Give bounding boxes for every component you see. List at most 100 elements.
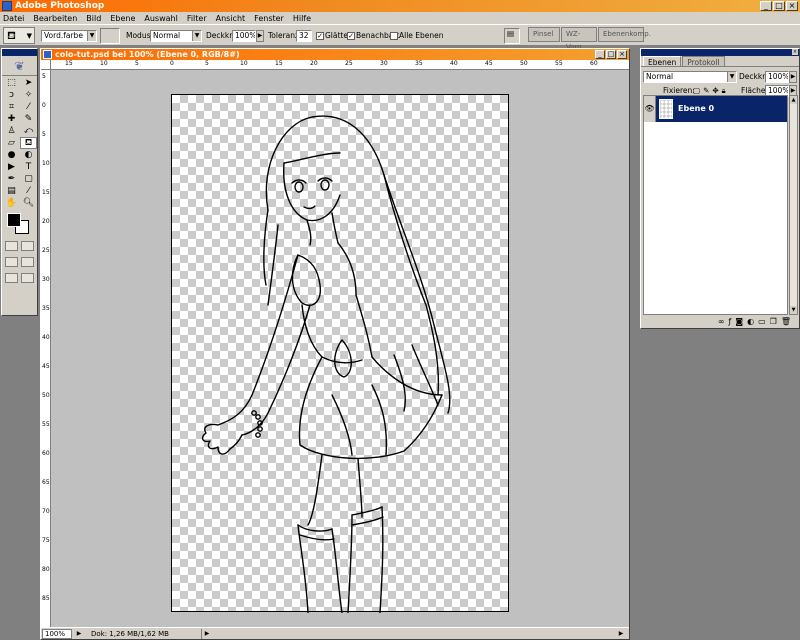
pattern-picker[interactable] bbox=[100, 28, 120, 44]
ruler-left-label: 70 bbox=[42, 508, 50, 515]
image-canvas[interactable] bbox=[171, 94, 509, 614]
fill-source-select[interactable]: Vord.farbe ▼ bbox=[41, 30, 97, 42]
menu-bearbeiten[interactable]: Bearbeiten bbox=[33, 14, 77, 23]
scroll-up-arrow[interactable]: ▲ bbox=[790, 96, 797, 104]
vertical-ruler[interactable]: 5 0 5 10 15 20 25 30 35 40 45 50 55 60 65 70 75 80 85 bbox=[41, 70, 51, 627]
adjustment-layer-icon[interactable]: ◐ bbox=[747, 317, 754, 326]
lasso-icon[interactable]: ↄ bbox=[3, 89, 20, 101]
path-select-icon[interactable]: ▶ bbox=[3, 161, 20, 173]
history-brush-icon[interactable]: ⤺ bbox=[20, 125, 37, 137]
maximize-button[interactable]: □ bbox=[773, 1, 785, 11]
feather-icon[interactable]: ❦ bbox=[2, 56, 37, 76]
new-layer-icon[interactable]: ❐ bbox=[770, 317, 777, 326]
zoom-level-input[interactable]: 100% bbox=[42, 629, 72, 639]
tolerance-input[interactable]: 32 bbox=[296, 30, 312, 42]
close-icon[interactable]: × bbox=[792, 49, 798, 55]
toolbox: ❦ ⬚ ➤ ↄ ✧ ⌗ ⁄ ✚ ✎ ♙ ⤺ ▱ ⛾ ● ◐ ▶ T ✒ ▢ ▤ … bbox=[1, 48, 38, 316]
opacity-input[interactable]: 100% bbox=[232, 30, 256, 42]
menu-filter[interactable]: Filter bbox=[187, 14, 207, 23]
dodge-icon[interactable]: ◐ bbox=[20, 149, 37, 161]
type-icon[interactable]: T bbox=[20, 161, 37, 173]
move-icon[interactable]: ➤ bbox=[20, 77, 37, 89]
canvas-area[interactable] bbox=[51, 70, 629, 627]
new-group-icon[interactable]: ▭ bbox=[758, 317, 766, 326]
menu-auswahl[interactable]: Auswahl bbox=[144, 14, 177, 23]
link-layers-icon[interactable]: ∞ bbox=[718, 317, 725, 326]
healing-icon[interactable]: ✚ bbox=[3, 113, 20, 125]
notes-icon[interactable]: ▤ bbox=[3, 185, 20, 197]
tab-ebenen[interactable]: Ebenen bbox=[643, 56, 682, 67]
quick-mask-button[interactable] bbox=[20, 241, 34, 251]
hscroll-right-arrow[interactable]: ▶ bbox=[617, 629, 625, 639]
palette-well-layer-comps[interactable]: Ebenenkomp. bbox=[598, 27, 651, 42]
menu-ebene[interactable]: Ebene bbox=[110, 14, 135, 23]
marquee-icon[interactable]: ⬚ bbox=[3, 77, 20, 89]
menu-fenster[interactable]: Fenster bbox=[254, 14, 284, 23]
status-bar: 100% ▶ Dok: 1,26 MB/1,62 MB ▶ ▶ bbox=[41, 627, 629, 639]
layer-style-icon[interactable]: ƒ bbox=[729, 317, 732, 326]
layer-opacity-input[interactable]: 100% bbox=[765, 71, 789, 83]
screen-mode-standard-button[interactable] bbox=[5, 257, 19, 267]
palette-well-tool-presets[interactable]: WZ-Vorg. bbox=[561, 27, 597, 51]
status-menu-arrow[interactable]: ▶ bbox=[75, 629, 83, 639]
app-title-bar: Adobe Photoshop _ □ × bbox=[0, 0, 800, 12]
magic-wand-icon[interactable]: ✧ bbox=[20, 89, 37, 101]
toolbox-header[interactable] bbox=[2, 49, 37, 56]
ruler-top-label: 10 bbox=[100, 60, 108, 67]
opacity-slider-button[interactable]: ▶ bbox=[256, 30, 264, 42]
layers-scrollbar[interactable]: ▲ ▼ bbox=[789, 95, 798, 315]
close-button[interactable]: × bbox=[786, 1, 798, 11]
horizontal-ruler[interactable]: 15 10 5 0 5 10 15 20 25 30 35 40 45 50 55 60 bbox=[51, 60, 629, 70]
paint-bucket-icon[interactable]: ⛾ bbox=[20, 137, 37, 149]
eraser-icon[interactable]: ▱ bbox=[3, 137, 20, 149]
ruler-left-label: 10 bbox=[42, 160, 50, 167]
all-layers-checkbox[interactable] bbox=[390, 32, 398, 40]
menu-hilfe[interactable]: Hilfe bbox=[293, 14, 311, 23]
blend-mode-select[interactable]: Normal ▼ bbox=[643, 71, 737, 83]
tool-preset-picker[interactable]: ⛾ ▼ bbox=[3, 27, 35, 44]
eyedropper-icon[interactable]: ⁄ bbox=[20, 185, 37, 197]
layer-row[interactable]: 👁︎ Ebene 0 bbox=[644, 96, 787, 122]
antialias-checkbox[interactable]: ✓ bbox=[316, 32, 324, 40]
zoom-icon[interactable]: 🔍︎ bbox=[20, 197, 37, 209]
jump-to-imageready-button[interactable] bbox=[20, 273, 34, 283]
document-title-bar[interactable]: colo-tut.psd bei 100% (Ebene 0, RGB/8#) … bbox=[41, 49, 629, 60]
chevron-down-icon: ▼ bbox=[26, 32, 32, 40]
ruler-left-label: 55 bbox=[42, 421, 50, 428]
document-title: colo-tut.psd bei 100% (Ebene 0, RGB/8#) bbox=[55, 50, 240, 59]
tab-protokoll[interactable]: Protokoll bbox=[682, 56, 725, 67]
foreground-color-swatch[interactable] bbox=[7, 213, 21, 227]
menu-bild[interactable]: Bild bbox=[86, 14, 101, 23]
standard-mode-button[interactable] bbox=[5, 241, 19, 251]
ruler-top-label: 20 bbox=[310, 60, 318, 67]
screen-mode-full-button[interactable] bbox=[5, 273, 19, 283]
ruler-origin[interactable] bbox=[41, 60, 51, 70]
crop-icon[interactable]: ⌗ bbox=[3, 101, 20, 113]
palette-well-pinsel[interactable]: Pinsel bbox=[528, 27, 560, 42]
hand-icon[interactable]: ✋ bbox=[3, 197, 20, 209]
delete-layer-icon[interactable]: 🗑︎ bbox=[781, 317, 791, 326]
layers-palette-header[interactable]: × bbox=[641, 49, 799, 56]
blur-icon[interactable]: ● bbox=[3, 149, 20, 161]
doc-minimize-button[interactable]: _ bbox=[595, 50, 605, 59]
doc-maximize-button[interactable]: □ bbox=[606, 50, 616, 59]
screen-mode-full-menu-button[interactable] bbox=[20, 257, 34, 267]
layer-mask-icon[interactable]: ◙ bbox=[735, 317, 743, 326]
minimize-button[interactable]: _ bbox=[760, 1, 772, 11]
menu-datei[interactable]: Datei bbox=[3, 14, 24, 23]
brush-icon[interactable]: ✎ bbox=[20, 113, 37, 125]
eye-icon[interactable]: 👁︎ bbox=[644, 96, 656, 122]
shape-icon[interactable]: ▢ bbox=[20, 173, 37, 185]
slice-icon[interactable]: ⁄ bbox=[20, 101, 37, 113]
stamp-icon[interactable]: ♙ bbox=[3, 125, 20, 137]
mode-select[interactable]: Normal ▼ bbox=[150, 30, 202, 42]
layer-opacity-slider-button[interactable]: ▶ bbox=[789, 71, 797, 83]
color-swatches bbox=[2, 210, 37, 238]
pen-icon[interactable]: ✒ bbox=[3, 173, 20, 185]
status-info-menu-arrow[interactable]: ▶ bbox=[203, 629, 211, 639]
doc-close-button[interactable]: × bbox=[617, 50, 627, 59]
menu-ansicht[interactable]: Ansicht bbox=[216, 14, 246, 23]
scroll-down-arrow[interactable]: ▼ bbox=[790, 306, 797, 314]
contiguous-checkbox[interactable]: ✓ bbox=[347, 32, 355, 40]
file-browser-button[interactable]: ▤ bbox=[504, 28, 520, 44]
